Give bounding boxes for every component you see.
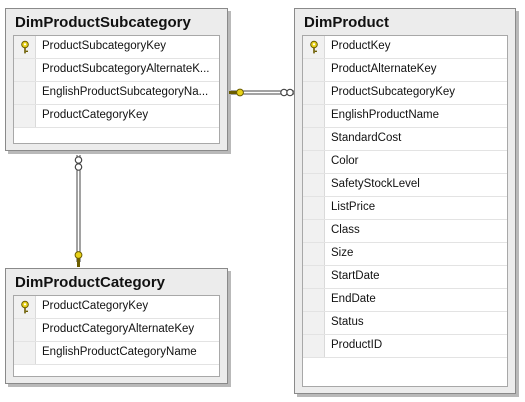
- relationship-line-product-subcategory[interactable]: [229, 88, 294, 97]
- many-end-icon: [74, 156, 83, 171]
- many-end-icon: [280, 88, 294, 97]
- relationship-line-subcategory-category[interactable]: [74, 155, 83, 267]
- relationship-connectors: [74, 88, 294, 267]
- primary-key-end-icon: [229, 88, 244, 97]
- primary-key-end-icon: [74, 251, 83, 267]
